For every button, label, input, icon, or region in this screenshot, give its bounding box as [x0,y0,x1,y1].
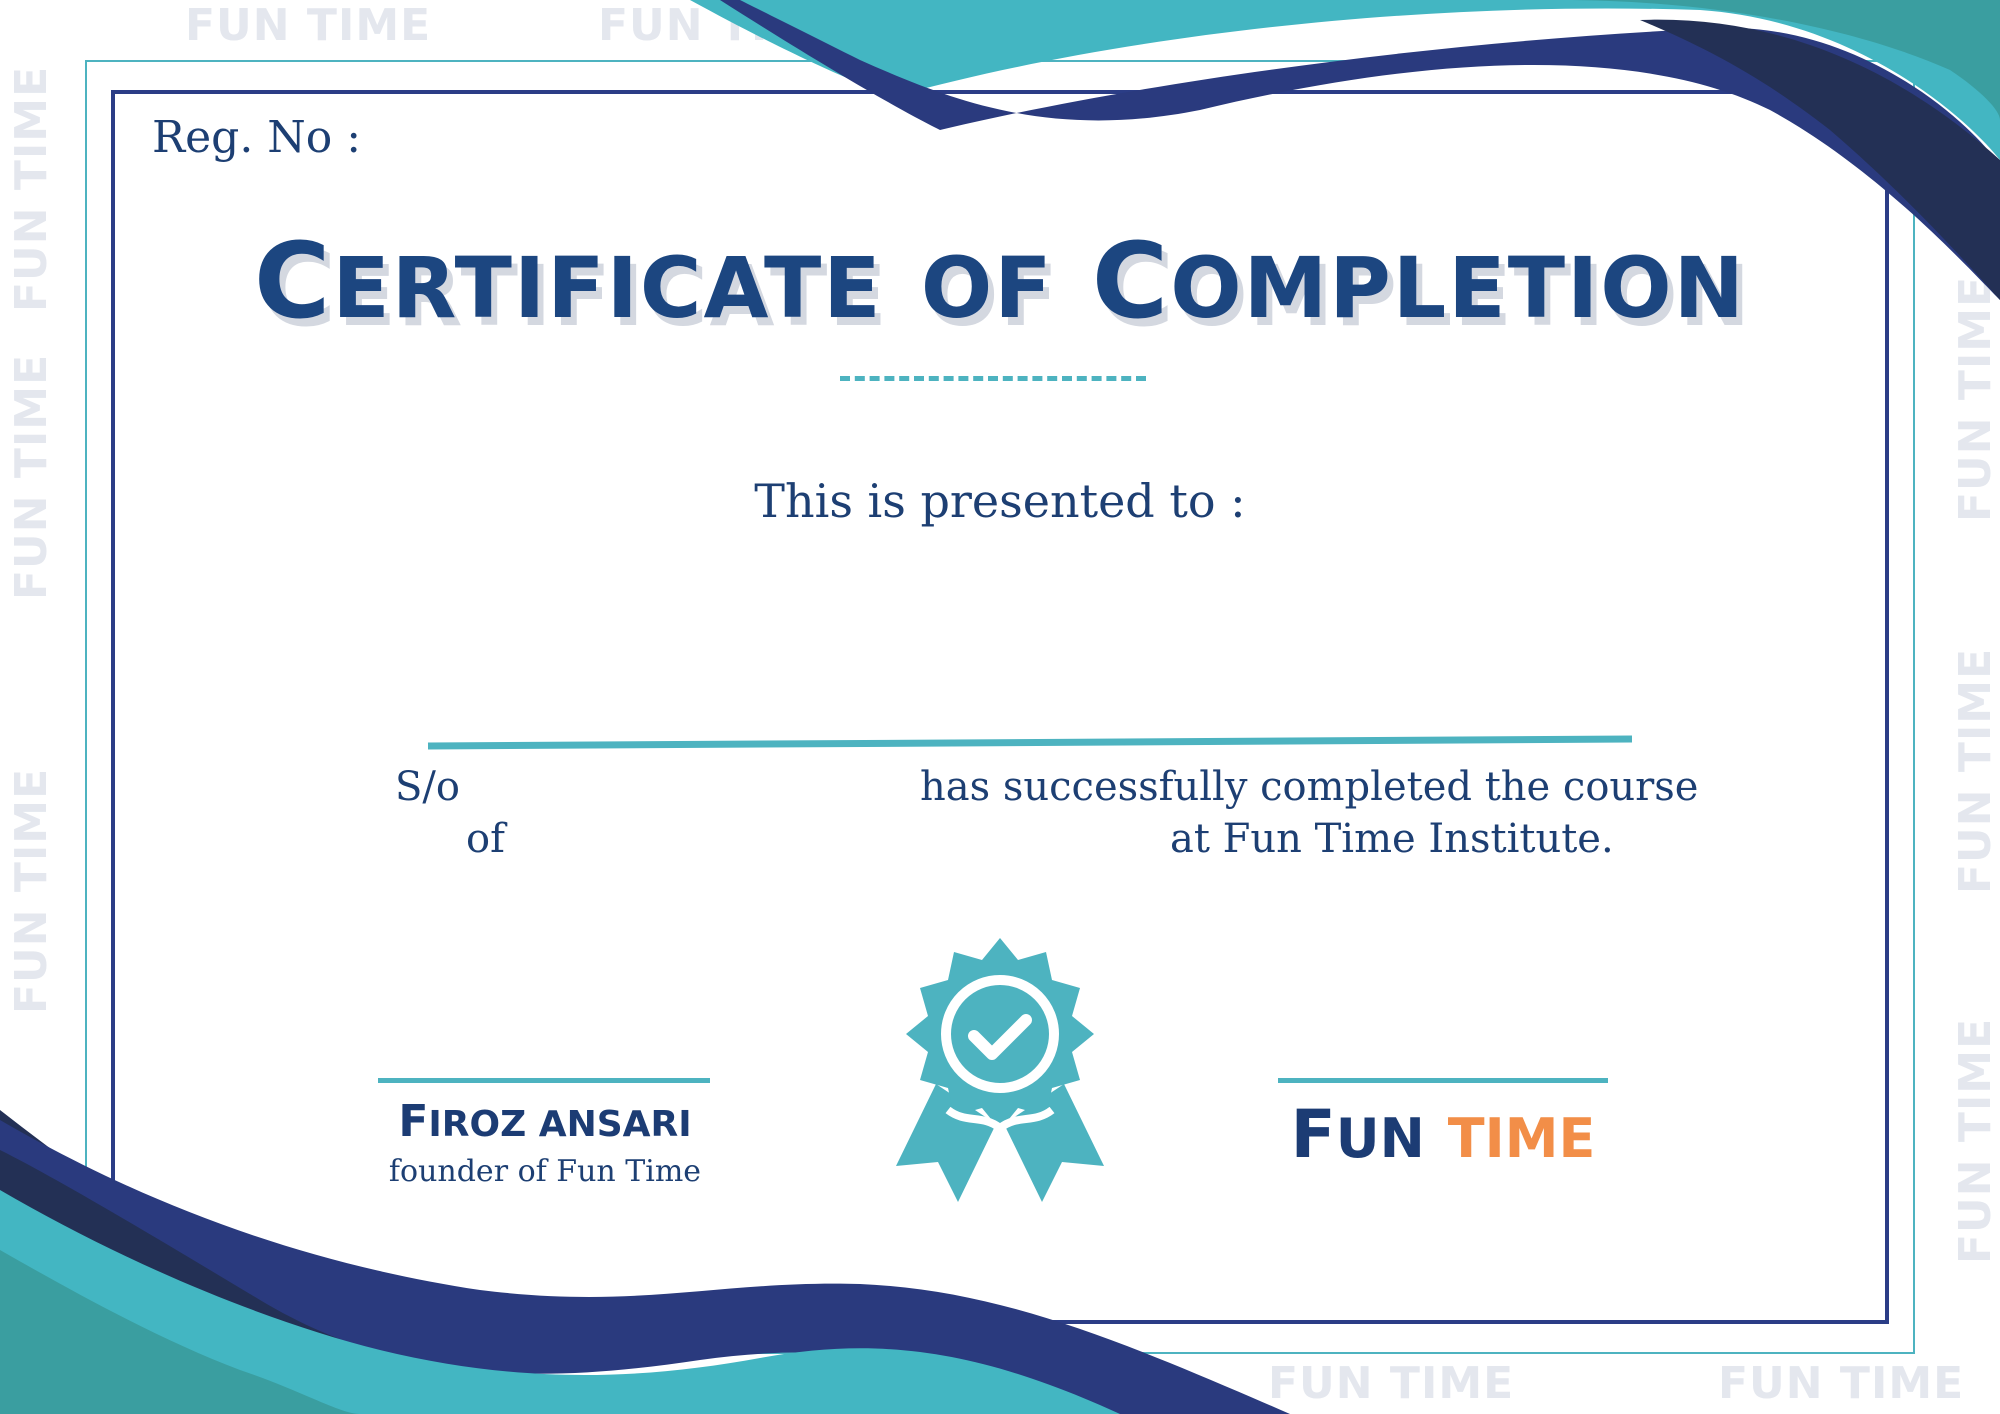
completed-course-text: has successfully completed the course [920,764,1699,810]
reg-number-label: Reg. No : [152,112,362,163]
certificate-page: FUN TIME FUN TIME FUN TIME FUN TIME FUN … [0,0,2000,1414]
title-rest: OF [920,239,1054,337]
signatory-role: founder of Fun Time [388,1154,702,1189]
signature-line [378,1078,710,1083]
title-rest: ERTIFICATE [332,239,883,337]
son-of-label: S/o [395,764,460,810]
award-ribbon-check-icon [896,938,1104,1202]
title-rest: OMPLETION [1170,239,1746,337]
brand-initial: F [1290,1096,1336,1173]
brand-line [1278,1078,1608,1083]
brand-word2: TIME [1447,1107,1596,1170]
title-initial: C [254,220,333,342]
brand-word1-rest: UN [1335,1107,1425,1170]
title-divider [840,376,1146,381]
brand-logo-text: FUN TIME [1278,1096,1608,1173]
signatory-name-rest: IROZ ANSARI [428,1104,692,1145]
institute-text: at Fun Time Institute. [1170,816,1614,862]
presented-to-label: This is presented to : [754,474,1246,528]
signatory-name: FIROZ ANSARI [380,1096,710,1147]
certificate-title: CERTIFICATE OF COMPLETION [0,220,2000,342]
signatory-name-initial: F [398,1096,429,1147]
of-label: of [466,816,505,862]
title-initial: C [1091,220,1171,342]
